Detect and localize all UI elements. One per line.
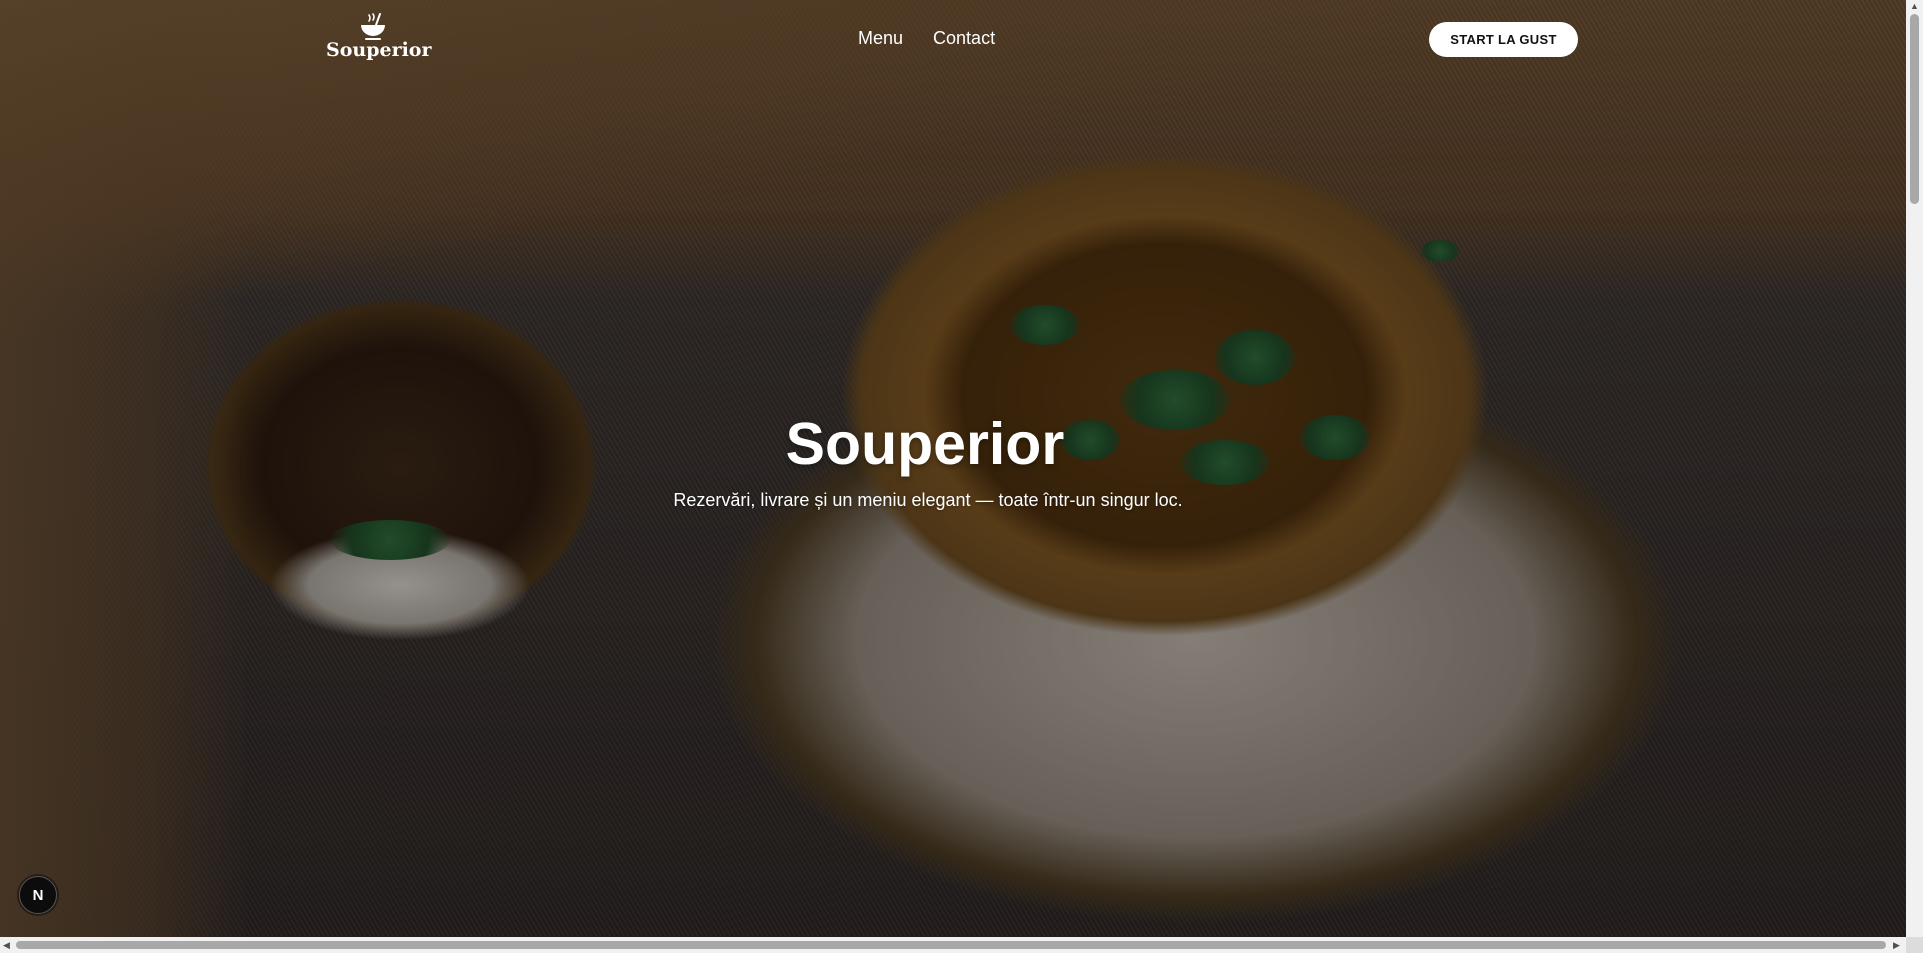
vertical-scrollbar[interactable]: ▲ — [1906, 0, 1923, 937]
scroll-left-arrow-icon[interactable]: ◀ — [3, 937, 10, 953]
main-menu: Menu Contact — [858, 28, 995, 49]
dev-tools-badge[interactable]: N — [19, 876, 57, 914]
nav-link-menu[interactable]: Menu — [858, 28, 903, 49]
soup-bowl-icon — [361, 13, 385, 40]
scroll-right-arrow-icon[interactable]: ▶ — [1893, 937, 1900, 953]
start-la-gust-button[interactable]: START LA GUST — [1429, 22, 1578, 57]
hero-title: Souperior — [785, 411, 1065, 477]
vertical-scroll-thumb[interactable] — [1910, 14, 1919, 204]
nav-link-contact[interactable]: Contact — [933, 28, 995, 49]
scrollbar-corner — [1906, 937, 1923, 953]
horizontal-scroll-thumb[interactable] — [16, 941, 1886, 949]
logo-text: Souperior — [326, 39, 432, 61]
dev-badge-label: N — [32, 886, 44, 904]
site-logo[interactable]: Souperior — [326, 12, 432, 64]
hero-section: Souperior Rezervări, livrare și un meniu… — [0, 410, 1906, 511]
page-viewport: Souperior Menu Contact START LA GUST Sou… — [0, 0, 1906, 937]
hero-subtitle: Rezervări, livrare și un meniu elegant —… — [673, 490, 1183, 510]
top-navigation: Souperior Menu Contact START LA GUST — [0, 0, 1906, 80]
scroll-up-arrow-icon[interactable]: ▲ — [1910, 0, 1919, 14]
horizontal-scrollbar[interactable]: ◀ ▶ — [0, 937, 1906, 953]
